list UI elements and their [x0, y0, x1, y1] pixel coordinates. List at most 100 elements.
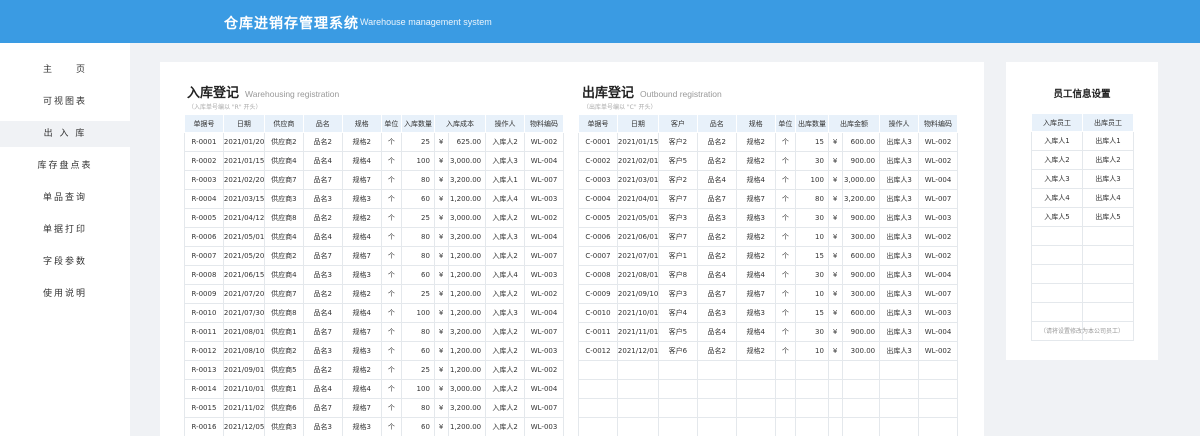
sidebar-item-home[interactable]: 主 页	[0, 57, 130, 83]
table-cell[interactable]: R-0009	[184, 284, 224, 304]
table-cell[interactable]: 2021/06/15	[222, 265, 265, 285]
table-cell[interactable]: WL-002	[524, 284, 564, 304]
table-cell[interactable]: WL-003	[524, 417, 564, 436]
table-cell[interactable]: C-0001	[578, 132, 618, 152]
table-cell[interactable]: WL-004	[918, 322, 958, 342]
sidebar-item-help[interactable]: 使用说明	[0, 281, 130, 307]
table-cell[interactable]: WL-002	[918, 132, 958, 152]
table-cell[interactable]: ¥	[433, 341, 450, 361]
table-cell[interactable]: 供应商1	[263, 322, 304, 342]
table-cell[interactable]: 1,200.00	[448, 417, 487, 436]
table-cell[interactable]: 入库人2	[485, 379, 526, 399]
table-cell[interactable]: R-0008	[184, 265, 224, 285]
table-cell[interactable]: 2021/07/01	[616, 246, 659, 266]
table-cell[interactable]: 2021/03/15	[222, 189, 265, 209]
table-cell[interactable]	[1031, 226, 1083, 246]
table-cell[interactable]: R-0005	[184, 208, 224, 228]
table-cell[interactable]: 规格4	[735, 265, 776, 285]
table-cell[interactable]: R-0002	[184, 151, 224, 171]
table-cell[interactable]: 供应商5	[263, 360, 304, 380]
table-cell[interactable]: WL-002	[918, 151, 958, 171]
table-cell[interactable]: 100	[795, 170, 829, 190]
table-cell[interactable]: ¥	[827, 284, 844, 304]
table-cell[interactable]: ¥	[827, 341, 844, 361]
table-cell[interactable]: 1,200.00	[448, 360, 487, 380]
table-cell[interactable]	[918, 417, 958, 436]
table-cell[interactable]	[774, 379, 797, 399]
table-cell[interactable]: 10	[795, 284, 829, 304]
table-cell[interactable]: 规格4	[341, 379, 382, 399]
table-cell[interactable]: 出库人4	[1082, 188, 1134, 208]
table-cell[interactable]: 客户3	[657, 284, 698, 304]
table-cell[interactable]: 出库人3	[879, 341, 920, 361]
table-cell[interactable]: 规格2	[735, 246, 776, 266]
table-cell[interactable]	[842, 360, 881, 380]
table-cell[interactable]: C-0008	[578, 265, 618, 285]
table-cell[interactable]: 80	[401, 246, 435, 266]
table-cell[interactable]: ¥	[433, 208, 450, 228]
table-cell[interactable]	[774, 417, 797, 436]
table-cell[interactable]: 100	[401, 151, 435, 171]
table-cell[interactable]: 2021/01/15	[616, 132, 659, 152]
table-cell[interactable]: 品名2	[302, 132, 343, 152]
table-cell[interactable]: 品名3	[696, 303, 737, 323]
table-cell[interactable]: 出库人3	[879, 265, 920, 285]
table-cell[interactable]: 规格3	[735, 208, 776, 228]
table-cell[interactable]: 100	[401, 379, 435, 399]
table-cell[interactable]: 个	[774, 322, 797, 342]
table-cell[interactable]: 900.00	[842, 208, 881, 228]
table-cell[interactable]: 入库人3	[485, 151, 526, 171]
table-cell[interactable]: 品名4	[696, 265, 737, 285]
table-cell[interactable]: 625.00	[448, 132, 487, 152]
table-cell[interactable]: 个	[774, 265, 797, 285]
table-cell[interactable]: 个	[380, 208, 403, 228]
table-cell[interactable]: 2021/11/02	[222, 398, 265, 418]
table-cell[interactable]: R-0004	[184, 189, 224, 209]
table-cell[interactable]: ¥	[827, 208, 844, 228]
table-cell[interactable]: 出库人2	[1082, 150, 1134, 170]
table-cell[interactable]: 600.00	[842, 132, 881, 152]
table-cell[interactable]: WL-007	[524, 322, 564, 342]
table-cell[interactable]: ¥	[433, 132, 450, 152]
table-cell[interactable]: ¥	[433, 360, 450, 380]
table-cell[interactable]: ¥	[827, 151, 844, 171]
table-cell[interactable]: 品名3	[696, 208, 737, 228]
table-cell[interactable]: 客户7	[657, 189, 698, 209]
table-cell[interactable]: R-0003	[184, 170, 224, 190]
table-cell[interactable]: 10	[795, 341, 829, 361]
table-cell[interactable]: 80	[401, 227, 435, 247]
sidebar-item-inout[interactable]: 出 入 库	[0, 121, 130, 147]
table-cell[interactable]: 25	[401, 360, 435, 380]
table-cell[interactable]: WL-007	[524, 246, 564, 266]
table-cell[interactable]: 出库人5	[1082, 207, 1134, 227]
table-cell[interactable]: 入库人1	[485, 170, 526, 190]
table-cell[interactable]: 个	[774, 303, 797, 323]
table-cell[interactable]: C-0002	[578, 151, 618, 171]
table-cell[interactable]: 供应商7	[263, 170, 304, 190]
table-cell[interactable]: WL-004	[524, 303, 564, 323]
table-cell[interactable]: 1,200.00	[448, 246, 487, 266]
table-cell[interactable]: ¥	[433, 303, 450, 323]
table-cell[interactable]	[1082, 283, 1134, 303]
table-cell[interactable]: 入库人2	[485, 417, 526, 436]
table-cell[interactable]	[696, 379, 737, 399]
table-cell[interactable]: R-0012	[184, 341, 224, 361]
table-cell[interactable]: 客户8	[657, 265, 698, 285]
table-cell[interactable]: R-0013	[184, 360, 224, 380]
table-cell[interactable]: ¥	[433, 246, 450, 266]
table-cell[interactable]: 出库人3	[879, 208, 920, 228]
table-cell[interactable]: 3,200.00	[448, 227, 487, 247]
table-cell[interactable]	[879, 398, 920, 418]
table-cell[interactable]: 入库人3	[485, 303, 526, 323]
table-cell[interactable]: ¥	[827, 303, 844, 323]
table-cell[interactable]: 80	[401, 170, 435, 190]
table-cell[interactable]: 个	[380, 170, 403, 190]
table-cell[interactable]: 入库人2	[485, 246, 526, 266]
table-cell[interactable]: R-0001	[184, 132, 224, 152]
table-cell[interactable]: WL-004	[524, 227, 564, 247]
table-cell[interactable]	[616, 360, 659, 380]
table-cell[interactable]: 品名7	[302, 246, 343, 266]
table-cell[interactable]: 规格3	[735, 303, 776, 323]
table-cell[interactable]: 个	[380, 189, 403, 209]
table-cell[interactable]	[774, 360, 797, 380]
